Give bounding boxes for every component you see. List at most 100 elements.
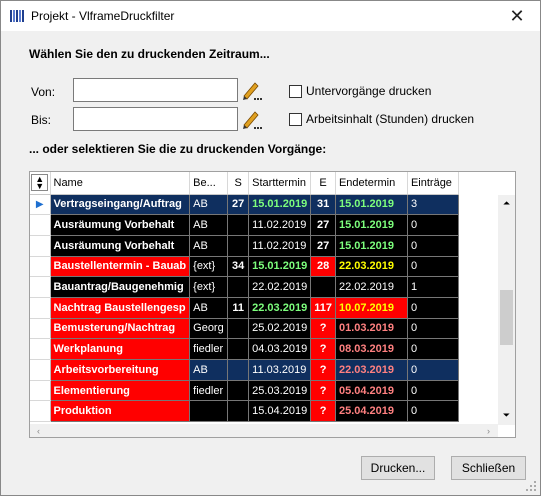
resize-grip-icon[interactable]: [525, 480, 537, 492]
cell-bearbeiter: Georg: [189, 318, 229, 340]
table-row[interactable]: Elementierung fiedler 25.03.2019? 05.04.201…: [30, 380, 459, 402]
table-row[interactable]: Nachtrag Baustellengesp AB 11 22.03.2019 117…: [30, 297, 459, 319]
period-heading: Wählen Sie den zu druckenden Zeitraum...: [29, 47, 270, 61]
row-selector[interactable]: [30, 256, 51, 278]
pencil-icon[interactable]: [241, 108, 263, 130]
cell-s: [227, 235, 250, 257]
close-icon[interactable]: ✕: [494, 1, 540, 31]
vertical-scrollbar[interactable]: ⏶ ⏷: [498, 195, 515, 425]
column-header-s[interactable]: S: [227, 172, 250, 195]
row-selector[interactable]: ▶: [30, 194, 51, 216]
cell-eintraege: 0: [407, 359, 459, 381]
row-selector[interactable]: [30, 214, 51, 236]
row-selector[interactable]: [30, 276, 51, 298]
cell-s: [227, 380, 250, 402]
row-selector[interactable]: [30, 318, 51, 340]
scroll-bottom-icon[interactable]: ⏷: [500, 409, 513, 422]
cell-starttermin: 15.04.2019: [248, 400, 312, 423]
cell-name: Bauantrag/Baugenehmig: [50, 276, 191, 298]
cell-name: Vertragseingang/Auftrag: [50, 194, 191, 216]
cell-endetermin: 15.01.2019: [335, 214, 408, 236]
row-selector[interactable]: [30, 297, 51, 319]
vertical-scroll-thumb[interactable]: [500, 290, 513, 345]
cell-s: [227, 359, 250, 381]
cell-eintraege: 0: [407, 235, 459, 257]
untervorgaenge-checkbox[interactable]: [289, 85, 302, 98]
cell-name: Nachtrag Baustellengesp: [50, 297, 191, 319]
cell-s: 34: [227, 256, 250, 278]
cell-eintraege: 0: [407, 214, 459, 236]
table-row[interactable]: Produktion 15.04.2019? 25.04.2019 0: [30, 400, 459, 423]
column-header-endetermin[interactable]: Endetermin: [335, 172, 408, 195]
cell-endetermin: 01.03.2019: [335, 318, 408, 340]
cell-starttermin: 15.01.2019: [248, 256, 312, 278]
cell-starttermin: 25.03.2019: [248, 380, 312, 402]
cell-eintraege: 0: [407, 380, 459, 402]
cell-bearbeiter: AB: [189, 235, 229, 257]
cell-endetermin: 15.01.2019: [335, 194, 408, 216]
column-header-name[interactable]: Name: [50, 172, 191, 195]
pencil-icon[interactable]: [241, 79, 263, 101]
arbeitsinhalt-label: Arbeitsinhalt (Stunden) drucken: [306, 112, 475, 126]
table-row[interactable]: Ausräumung Vorbehalt AB 11.02.2019 27 15.01.…: [30, 235, 459, 257]
cell-s: [227, 338, 250, 360]
cell-endetermin: 22.03.2019: [335, 359, 408, 381]
arbeitsinhalt-checkbox[interactable]: [289, 113, 302, 126]
horizontal-scrollbar[interactable]: ‹ ›: [30, 424, 498, 437]
row-selector[interactable]: [30, 338, 51, 360]
table-row[interactable]: Werkplanung fiedler 04.03.2019? 08.03.2019 0: [30, 338, 459, 360]
column-header-e[interactable]: E: [310, 172, 336, 195]
row-selector[interactable]: [30, 400, 51, 423]
cell-bearbeiter: fiedler: [189, 380, 229, 402]
row-selector[interactable]: [30, 359, 51, 381]
cell-s: [227, 276, 250, 298]
table-row[interactable]: Bemusterung/Nachtrag Georg 25.02.2019? 01.0…: [30, 318, 459, 340]
print-button[interactable]: Drucken...: [361, 456, 435, 480]
cell-name: Baustellentermin - Bauab: [50, 256, 191, 278]
cell-bearbeiter: AB: [189, 359, 229, 381]
column-header-bearbeiter[interactable]: Be...: [189, 172, 229, 195]
cell-eintraege: 1: [407, 276, 459, 298]
bis-input[interactable]: [73, 107, 238, 131]
sort-updown-icon[interactable]: ▲ ▼: [31, 174, 49, 192]
cell-eintraege: 0: [407, 318, 459, 340]
table-row[interactable]: Ausräumung Vorbehalt AB 11.02.2019 27 15.01.…: [30, 214, 459, 236]
cell-endetermin: 22.02.2019: [335, 276, 408, 298]
cell-starttermin: 15.01.2019: [248, 194, 312, 216]
grid-body: ▶ Vertragseingang/Auftrag AB 27 15.01.2019 31…: [30, 194, 459, 423]
cell-name: Produktion: [50, 400, 191, 423]
table-row[interactable]: ▶ Vertragseingang/Auftrag AB 27 15.01.2019 31…: [30, 194, 459, 216]
task-table: ▲ ▼ Name Be... S Starttermin E Endetermin…: [30, 172, 459, 423]
cell-bearbeiter: fiedler: [189, 338, 229, 360]
column-header-eintraege[interactable]: Einträge: [407, 172, 459, 195]
title-bar: Projekt - VlframeDruckfilter ✕: [1, 1, 540, 31]
cell-eintraege: 0: [407, 400, 459, 423]
table-row[interactable]: Arbeitsvorbereitung AB 11.03.2019? 22.03.20…: [30, 359, 459, 381]
task-grid: ▲ ▼ Name Be... S Starttermin E Endetermin…: [29, 171, 516, 438]
window-title: Projekt - VlframeDruckfilter: [31, 9, 175, 23]
cell-starttermin: 25.02.2019: [248, 318, 312, 340]
cell-starttermin: 22.02.2019: [248, 276, 312, 298]
bis-label: Bis:: [31, 113, 52, 127]
scroll-top-icon[interactable]: ⏶: [500, 197, 513, 210]
cell-e: 28: [310, 256, 336, 278]
close-button[interactable]: Schließen: [451, 456, 526, 480]
von-input[interactable]: [73, 78, 238, 102]
scroll-left-icon[interactable]: ‹: [32, 424, 45, 437]
cell-name: Ausräumung Vorbehalt: [50, 235, 191, 257]
column-header-starttermin[interactable]: Starttermin: [248, 172, 312, 195]
cell-bearbeiter: {ext}: [189, 276, 229, 298]
dialog-window: Projekt - VlframeDruckfilter ✕ Wählen Si…: [0, 0, 541, 496]
cell-e: [310, 276, 336, 298]
cell-e: ?: [310, 400, 336, 423]
cell-bearbeiter: [189, 400, 229, 423]
cell-endetermin: 10.07.2019: [335, 297, 408, 319]
row-selector[interactable]: [30, 235, 51, 257]
scroll-right-icon[interactable]: ›: [482, 424, 495, 437]
cell-bearbeiter: AB: [189, 214, 229, 236]
cell-s: [227, 318, 250, 340]
table-row[interactable]: Baustellentermin - Bauab {ext} 34 15.01.201…: [30, 256, 459, 278]
row-selector[interactable]: [30, 380, 51, 402]
table-row[interactable]: Bauantrag/Baugenehmig {ext} 22.02.2019 22.0…: [30, 276, 459, 298]
sort-header-cell[interactable]: ▲ ▼: [30, 172, 51, 195]
